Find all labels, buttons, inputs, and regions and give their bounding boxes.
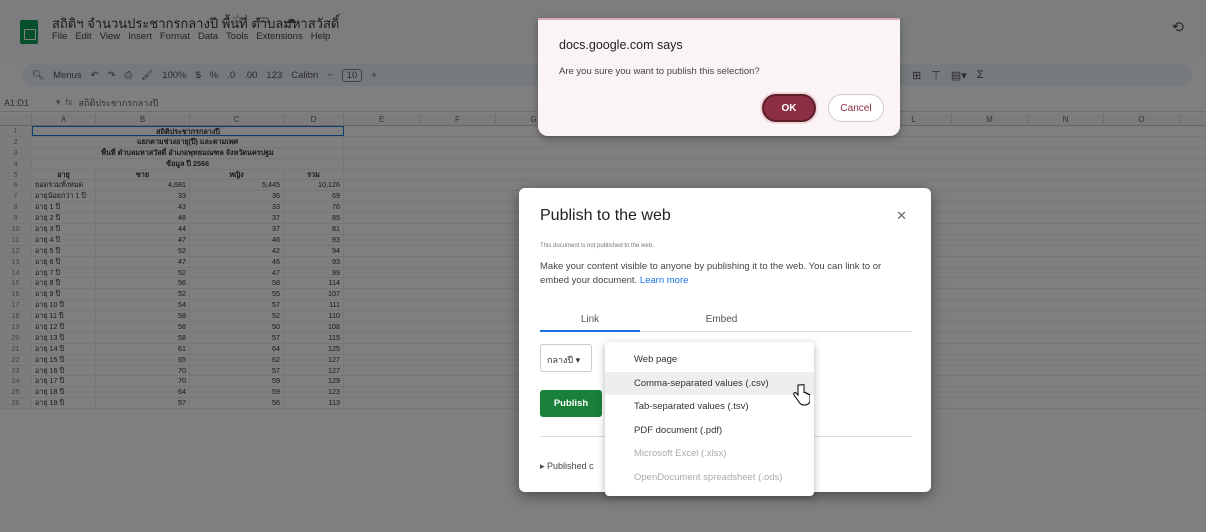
ok-button[interactable]: OK: [762, 94, 816, 122]
format-dropdown-menu: Web page Comma-separated values (.csv) T…: [605, 342, 814, 496]
hand-cursor-icon: [793, 384, 810, 406]
menu-item-pdf[interactable]: PDF document (.pdf): [605, 419, 814, 443]
publish-description: Make your content visible to anyone by p…: [540, 261, 882, 286]
tab-embed[interactable]: Embed: [684, 314, 759, 325]
publish-button[interactable]: Publish: [540, 390, 602, 417]
confirm-source: docs.google.com says: [559, 38, 683, 52]
menu-item-csv[interactable]: Comma-separated values (.csv): [605, 371, 814, 395]
menu-item-web-page[interactable]: Web page: [605, 348, 814, 372]
menu-item-ods: OpenDocument spreadsheet (.ods): [634, 471, 783, 483]
chevron-down-icon: ▾: [575, 355, 581, 365]
confirm-message: Are you sure you want to publish this se…: [559, 66, 760, 77]
dialog-title: Publish to the web: [540, 207, 671, 224]
cancel-button[interactable]: Cancel: [828, 94, 884, 122]
publish-tabs: Link Embed: [540, 310, 912, 332]
published-content-toggle[interactable]: ▸ Published c: [540, 461, 594, 472]
tab-link[interactable]: Link: [540, 314, 640, 332]
sheet-select[interactable]: กลางปี ▾: [540, 344, 592, 372]
close-icon[interactable]: ✕: [896, 208, 907, 224]
menu-item-xlsx: Microsoft Excel (.xlsx): [634, 448, 727, 459]
learn-more-link[interactable]: Learn more: [640, 275, 689, 286]
chevron-right-icon: ▸: [540, 461, 545, 471]
confirm-dialog: docs.google.com says Are you sure you wa…: [538, 18, 900, 136]
publish-status: This document is not published to the we…: [540, 243, 654, 249]
menu-item-tsv[interactable]: Tab-separated values (.tsv): [605, 395, 814, 419]
